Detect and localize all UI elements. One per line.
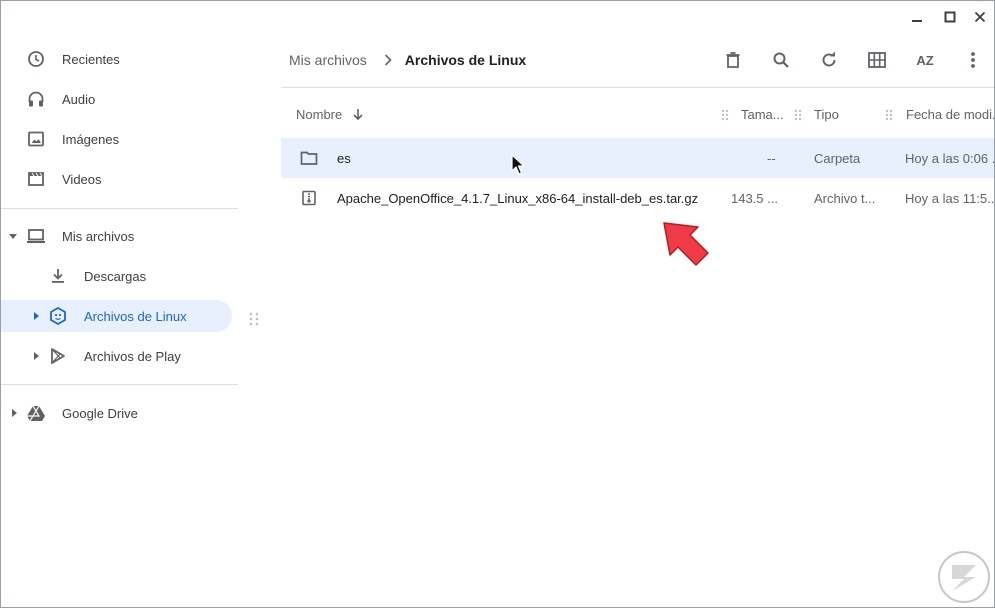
more-icon[interactable] [961, 48, 985, 72]
breadcrumb-current: Archivos de Linux [404, 52, 527, 68]
column-header-label: Tama... [741, 106, 784, 122]
sidebar-item-label: Imágenes [62, 131, 120, 147]
sidebar-item-videos[interactable]: Videos [1, 163, 238, 195]
drive-icon [26, 403, 46, 423]
file-date: Hoy a las 11:5... [905, 190, 995, 206]
sidebar-item-label: Google Drive [62, 405, 138, 421]
column-header-size[interactable]: Tama... [741, 101, 784, 127]
breadcrumb: Mis archivos Archivos de Linux [289, 49, 526, 71]
column-header-label: Fecha de modi... [906, 106, 995, 122]
sidebar-item-google-drive[interactable]: Google Drive [1, 397, 238, 429]
laptop-icon [26, 226, 46, 246]
file-size: 143.5 ... [731, 190, 778, 206]
table-row[interactable]: Apache_OpenOffice_4.1.7_Linux_x86-64_ins… [281, 178, 995, 218]
file-manager-window: Recientes Audio Imágenes Videos Mis arch… [0, 0, 995, 608]
sidebar-item-label: Mis archivos [62, 228, 135, 244]
sidebar-item-label: Recientes [62, 51, 120, 67]
sidebar-item-recientes[interactable]: Recientes [1, 43, 238, 75]
sidebar-item-label: Archivos de Linux [84, 308, 187, 324]
chevron-right-icon[interactable] [34, 312, 39, 320]
column-header-name[interactable]: Nombre [296, 101, 364, 127]
column-resize-handle[interactable] [794, 108, 802, 121]
file-name: es [337, 150, 351, 166]
sidebar-item-imagenes[interactable]: Imágenes [1, 123, 238, 155]
image-icon [26, 129, 46, 149]
breadcrumb-parent[interactable]: Mis archivos [289, 52, 367, 68]
column-header-label: Tipo [814, 106, 839, 122]
chevron-right-icon[interactable] [34, 352, 39, 360]
folder-icon [300, 138, 318, 178]
sidebar-item-audio[interactable]: Audio [1, 83, 238, 115]
sidebar-resize-handle[interactable] [249, 312, 259, 326]
sidebar-item-archivos-de-play[interactable]: Archivos de Play [1, 340, 238, 372]
sidebar-item-descargas[interactable]: Descargas [1, 260, 238, 292]
archive-icon [301, 178, 317, 218]
column-resize-handle[interactable] [885, 108, 893, 121]
sidebar-divider [1, 208, 238, 209]
chevron-right-icon[interactable] [12, 409, 17, 417]
watermark-logo [937, 550, 991, 604]
film-icon [26, 169, 46, 189]
column-resize-handle[interactable] [721, 108, 729, 121]
file-type: Archivo t... [814, 190, 876, 206]
header-divider [281, 87, 994, 88]
column-header-label: Nombre [296, 106, 343, 122]
delete-icon[interactable] [721, 48, 745, 72]
sidebar-divider [1, 384, 238, 385]
refresh-icon[interactable] [817, 48, 841, 72]
headphones-icon [26, 89, 46, 109]
maximize-icon[interactable] [940, 7, 960, 27]
sidebar-item-label: Audio [62, 91, 96, 107]
clock-icon [26, 49, 46, 69]
search-icon[interactable] [769, 48, 793, 72]
file-date: Hoy a las 0:06 ... [905, 150, 995, 166]
sidebar-item-label: Descargas [84, 268, 147, 284]
sidebar-item-label: Archivos de Play [84, 348, 181, 364]
grid-view-icon[interactable] [865, 48, 889, 72]
mouse-pointer-icon [511, 154, 525, 181]
linux-icon [48, 306, 68, 326]
download-icon [48, 266, 68, 286]
annotation-arrow-icon [656, 217, 712, 276]
chevron-down-icon[interactable] [9, 234, 17, 239]
sidebar-item-mis-archivos[interactable]: Mis archivos [1, 220, 238, 252]
sort-label: AZ [916, 52, 934, 68]
minimize-icon[interactable] [907, 7, 927, 27]
file-size: -- [767, 150, 776, 166]
table-row[interactable]: es -- Carpeta Hoy a las 0:06 ... [281, 138, 995, 178]
close-icon[interactable] [970, 7, 990, 27]
sidebar-item-label: Videos [62, 171, 102, 187]
sidebar-item-archivos-de-linux[interactable]: Archivos de Linux [1, 300, 232, 332]
file-name: Apache_OpenOffice_4.1.7_Linux_x86-64_ins… [337, 190, 699, 206]
column-header-date[interactable]: Fecha de modi... [906, 101, 995, 127]
sort-icon[interactable]: AZ [913, 48, 937, 72]
column-header-type[interactable]: Tipo [814, 101, 839, 127]
file-type: Carpeta [814, 150, 861, 166]
play-store-icon [48, 346, 68, 366]
arrow-down-icon [352, 108, 364, 121]
chevron-right-icon [384, 54, 392, 66]
